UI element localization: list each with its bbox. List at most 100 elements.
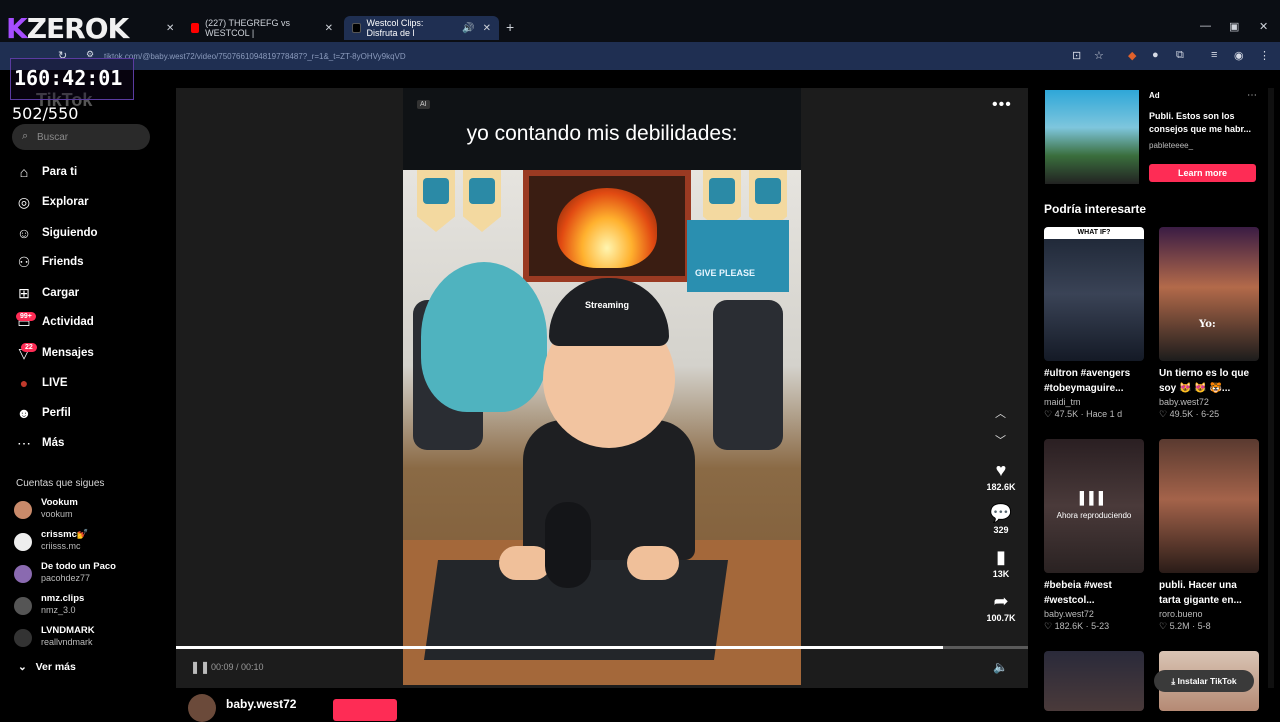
pause-icon[interactable]: ❚❚ xyxy=(190,660,210,674)
ad-more-icon[interactable]: ⋯ xyxy=(1247,90,1257,101)
poster: GIVE PLEASE xyxy=(687,220,789,292)
avatar xyxy=(14,629,32,647)
author-name[interactable]: baby.west72 xyxy=(226,697,296,711)
profile-avatar-icon[interactable]: ◉ xyxy=(1234,49,1244,62)
profile-icon: ☻ xyxy=(16,405,32,421)
menu-dots-icon[interactable]: ⋮ xyxy=(1259,49,1270,62)
home-icon: ⌂ xyxy=(19,164,29,180)
tiktok-icon xyxy=(352,23,361,33)
stream-counter: 502/550 xyxy=(12,104,79,123)
media-icon[interactable]: ≡ xyxy=(1211,49,1217,61)
fireplace xyxy=(523,170,691,282)
rec-thumbnail[interactable]: ▌▌▌ Ahora reproduciendo xyxy=(1044,439,1144,573)
extension-icon-2[interactable]: ● xyxy=(1152,49,1159,61)
account-nmz-clips[interactable]: nmz.clips nmz_3.0 xyxy=(14,593,84,619)
ad-user[interactable]: pableteeee_ xyxy=(1149,141,1193,150)
new-tab-button[interactable]: + xyxy=(506,19,514,35)
recommendations-title: Podría interesarte xyxy=(1044,202,1147,216)
extension-icon[interactable]: ◆ xyxy=(1128,49,1136,62)
comment-button[interactable]: 💬 329 xyxy=(980,503,1022,535)
ai-tag: AI xyxy=(417,100,430,109)
share-icon: ➦ xyxy=(993,591,1009,611)
nav-cargar[interactable]: ⊞ Cargar xyxy=(14,283,79,303)
close-icon[interactable]: ✕ xyxy=(325,23,333,34)
address-bar[interactable]: tiktok.com/@baby.west72/video/7507661094… xyxy=(104,52,406,61)
following-icon: ☺ xyxy=(16,225,32,241)
stream-timer: 160:42:01 xyxy=(14,66,123,90)
avatar xyxy=(14,501,32,519)
scrollbar[interactable] xyxy=(1268,88,1274,688)
ad-text[interactable]: Publi. Estos son los consejos que me hab… xyxy=(1149,110,1259,136)
more-icon: ⋯ xyxy=(17,434,31,451)
share-button[interactable]: ➦ 100.7K xyxy=(980,591,1022,623)
volume-icon[interactable]: 🔈 xyxy=(993,660,1008,674)
follow-button[interactable] xyxy=(333,699,397,721)
fire xyxy=(557,188,657,268)
tab-label: Westcol Clips: Disfruta de l xyxy=(366,18,424,38)
rec-card[interactable] xyxy=(1044,651,1144,711)
close-window-icon[interactable]: ✕ xyxy=(1259,20,1268,33)
baby-hand xyxy=(499,546,551,580)
progress-bar[interactable] xyxy=(176,646,1028,649)
nav-perfil[interactable]: ☻ Perfil xyxy=(14,403,71,423)
nav-explorar[interactable]: ◎ Explorar xyxy=(14,192,89,212)
tab-label: (227) THEGREFG vs WESTCOL | xyxy=(205,18,291,38)
search-icon: ⌕ xyxy=(22,130,29,142)
banner xyxy=(417,170,455,232)
ad-label: Ad xyxy=(1149,91,1160,100)
ad-thumbnail[interactable] xyxy=(1045,90,1139,184)
rec-card[interactable]: Yo: Un tierno es lo que soy 😻 😻 🐯... bab… xyxy=(1159,227,1259,420)
author-avatar[interactable] xyxy=(188,694,216,722)
rec-thumbnail[interactable]: WHAT IF? xyxy=(1044,227,1144,361)
nav-live[interactable]: ● LIVE xyxy=(14,373,68,393)
heart-icon: ♥ xyxy=(995,460,1007,480)
stream-logo: KZEROK xyxy=(6,12,129,45)
see-more-button[interactable]: ⌄ Ver más xyxy=(18,661,76,673)
rec-card[interactable]: ▌▌▌ Ahora reproduciendo #bebeia #west #w… xyxy=(1044,439,1144,632)
minimize-icon[interactable]: — xyxy=(1200,20,1211,32)
bookmark-icon: ▮ xyxy=(996,547,1006,567)
previous-video-icon[interactable]: ︿ xyxy=(995,405,1006,421)
install-app-icon[interactable]: ⊡ xyxy=(1072,49,1081,62)
install-tiktok-button[interactable]: ⤓ Instalar TikTok xyxy=(1154,670,1254,692)
avatar xyxy=(14,597,32,615)
video-frame[interactable]: AI yo contando mis debilidades: GIVE PLE… xyxy=(403,88,801,685)
caption-band: AI yo contando mis debilidades: xyxy=(403,88,801,170)
tab-youtube[interactable]: (227) THEGREFG vs WESTCOL | ✕ xyxy=(183,16,341,40)
close-icon[interactable]: ✕ xyxy=(483,23,491,34)
baby-hand xyxy=(627,546,679,580)
account-crissmc[interactable]: crissmc💅 criisss.mc xyxy=(14,529,89,555)
following-section-title: Cuentas que sigues xyxy=(16,478,105,489)
save-button[interactable]: ▮ 13K xyxy=(980,547,1022,579)
more-options-icon[interactable]: ••• xyxy=(992,96,1012,114)
account-vookum[interactable]: Vookum vookum xyxy=(14,497,78,523)
bookmark-star-icon[interactable]: ☆ xyxy=(1094,49,1104,62)
restore-icon[interactable]: ▣ xyxy=(1229,20,1239,33)
nav-mas[interactable]: ⋯ Más xyxy=(14,433,64,453)
now-playing-icon: ▌▌▌ xyxy=(1079,491,1109,505)
rec-thumbnail[interactable] xyxy=(1159,439,1259,573)
microphone xyxy=(545,502,591,588)
tab-tiktok[interactable]: Westcol Clips: Disfruta de l 🔊 ✕ xyxy=(344,16,499,40)
next-video-icon[interactable]: ﹀ xyxy=(995,432,1006,448)
friends-icon: ⚇ xyxy=(17,253,31,270)
account-lvndmark[interactable]: LVNDMARK reallvndmark xyxy=(14,625,95,651)
speaker-icon[interactable]: 🔊 xyxy=(462,23,474,34)
rec-card[interactable]: WHAT IF? #ultron #avengers #tobeymaguire… xyxy=(1044,227,1144,420)
rec-card[interactable]: publi. Hacer una tarta gigante en... ror… xyxy=(1159,439,1259,632)
search-input[interactable] xyxy=(12,124,150,150)
close-icon[interactable]: ✕ xyxy=(166,23,174,34)
puzzle-icon[interactable]: ⧉ xyxy=(1176,49,1184,62)
live-icon: ● xyxy=(19,375,29,391)
chair xyxy=(713,300,783,450)
like-button[interactable]: ♥ 182.6K xyxy=(980,460,1022,492)
rec-thumbnail[interactable]: Yo: xyxy=(1159,227,1259,361)
learn-more-button[interactable]: Learn more xyxy=(1149,164,1256,182)
tab-close-1[interactable]: ✕ xyxy=(150,16,180,40)
account-pacohdez77[interactable]: De todo un Paco pacohdez77 xyxy=(14,561,116,587)
search-placeholder: Buscar xyxy=(37,132,69,143)
nav-friends[interactable]: ⚇ Friends xyxy=(14,252,84,272)
rec-thumbnail[interactable] xyxy=(1044,651,1144,711)
nav-para-ti[interactable]: ⌂ Para ti xyxy=(14,162,77,182)
nav-siguiendo[interactable]: ☺ Siguiendo xyxy=(14,223,98,243)
